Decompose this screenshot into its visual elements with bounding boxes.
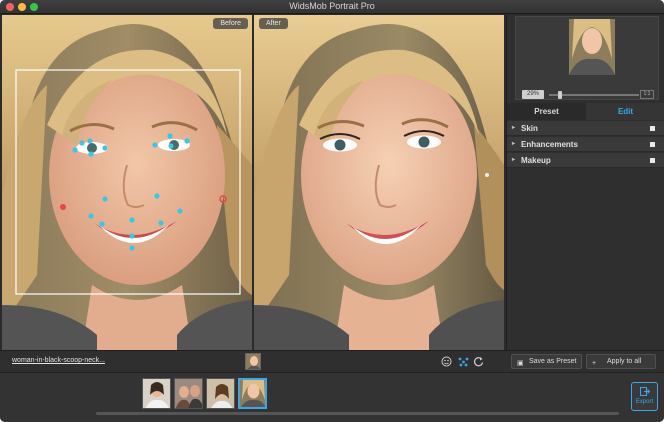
apply-to-all-button[interactable]: + Apply to all bbox=[586, 354, 656, 369]
filmstrip-scrollbar[interactable] bbox=[96, 412, 619, 415]
reset-icon[interactable] bbox=[473, 356, 484, 367]
tab-preset[interactable]: Preset bbox=[507, 103, 586, 120]
title-bar: WidsMob Portrait Pro bbox=[0, 0, 664, 14]
navigator-panel: 29% 1:1 bbox=[515, 16, 659, 100]
expand-arrow-icon: ▸ bbox=[512, 125, 516, 131]
plus-icon: + bbox=[592, 360, 597, 367]
save-as-preset-label: Save as Preset bbox=[529, 358, 577, 365]
file-name-link[interactable]: woman-in-black-scoop-neck... bbox=[12, 357, 105, 364]
expand-arrow-icon: ▸ bbox=[512, 157, 516, 163]
window-title: WidsMob Portrait Pro bbox=[289, 1, 375, 11]
before-portrait-image bbox=[2, 15, 252, 350]
landmarks-toggle-icon[interactable] bbox=[458, 356, 469, 367]
bottom-toolbar: woman-in-black-scoop-neck... ▣ Save as P… bbox=[0, 350, 664, 372]
navigator-thumbnail[interactable] bbox=[569, 19, 615, 75]
landmark-left-cheek bbox=[60, 204, 66, 210]
filmstrip-thumb-4-selected[interactable] bbox=[238, 378, 267, 409]
zoom-percentage[interactable]: 29% bbox=[522, 90, 544, 99]
export-button[interactable]: Export bbox=[631, 382, 658, 411]
save-icon: ▣ bbox=[517, 360, 524, 367]
section-makeup-label: Makeup bbox=[521, 156, 551, 165]
section-enhancements[interactable]: ▸ Enhancements bbox=[507, 137, 664, 152]
filmstrip-thumb-1[interactable] bbox=[142, 378, 171, 409]
current-photo-thumbnail[interactable] bbox=[245, 353, 261, 370]
after-label: After bbox=[259, 18, 288, 29]
zoom-slider-track[interactable] bbox=[549, 94, 639, 96]
save-as-preset-button[interactable]: ▣ Save as Preset bbox=[511, 354, 582, 369]
face-detect-icon[interactable] bbox=[441, 356, 452, 367]
before-label: Before bbox=[213, 18, 248, 29]
after-portrait-image bbox=[254, 15, 504, 350]
section-makeup-toggle[interactable] bbox=[650, 158, 655, 163]
before-photo-pane[interactable]: Before bbox=[2, 15, 252, 350]
section-skin-toggle[interactable] bbox=[650, 126, 655, 131]
export-icon bbox=[640, 387, 650, 396]
filmstrip: Export bbox=[0, 372, 664, 422]
sidebar-tabs: Preset Edit bbox=[507, 103, 664, 120]
tab-edit[interactable]: Edit bbox=[586, 103, 664, 120]
section-skin-label: Skin bbox=[521, 124, 538, 133]
after-photo-pane[interactable]: After bbox=[254, 15, 504, 350]
expand-arrow-icon: ▸ bbox=[512, 141, 516, 147]
section-enhancements-label: Enhancements bbox=[521, 140, 578, 149]
app-window: WidsMob Portrait Pro Before After 29% 1:… bbox=[0, 0, 664, 422]
section-enhancements-toggle[interactable] bbox=[650, 142, 655, 147]
edit-sidebar: 29% 1:1 Preset Edit ▸ Skin ▸ Enhancement… bbox=[506, 15, 664, 350]
export-label: Export bbox=[635, 399, 654, 405]
section-skin[interactable]: ▸ Skin bbox=[507, 121, 664, 136]
filmstrip-thumb-2[interactable] bbox=[174, 378, 203, 409]
actual-size-button[interactable]: 1:1 bbox=[640, 90, 654, 99]
apply-to-all-label: Apply to all bbox=[607, 358, 642, 365]
section-makeup[interactable]: ▸ Makeup bbox=[507, 153, 664, 168]
zoom-slider-knob[interactable] bbox=[557, 91, 562, 99]
filmstrip-thumb-3[interactable] bbox=[206, 378, 235, 409]
